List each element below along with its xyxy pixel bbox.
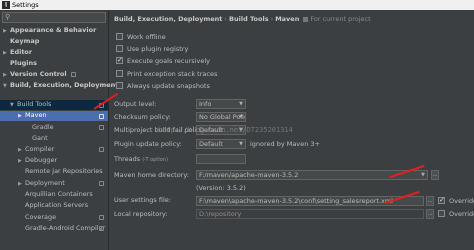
checkbox-box[interactable] <box>116 81 123 89</box>
checkbox-box[interactable] <box>438 209 445 217</box>
window-title: Settings <box>12 1 39 9</box>
user-settings-file-label: User settings file: <box>114 196 171 204</box>
maven-home-label: Maven home directory: <box>114 171 189 179</box>
title-bar: IJ Settings <box>0 0 474 10</box>
browse-user-settings-button[interactable]: ... <box>426 196 434 206</box>
work-offline-checkbox[interactable]: Work offline <box>116 32 166 42</box>
checkbox-box-checked[interactable] <box>438 195 445 205</box>
checkbox-box[interactable] <box>116 44 123 52</box>
breadcrumb: Build, Execution, Deployment › Build Tools… <box>114 15 371 23</box>
local-repository-label: Local repository: <box>114 210 168 218</box>
selected-row-highlight-maven <box>0 111 108 121</box>
project-scope-icon <box>99 147 104 152</box>
chevron-down-icon: ▼ <box>421 172 425 178</box>
project-icon <box>303 16 309 22</box>
sidebar-item-build-execution-deployment[interactable]: ▼ Build, Execution, Deployment <box>3 80 118 91</box>
execute-goals-recursively-checkbox[interactable]: Execute goals recursively <box>116 55 210 66</box>
chevron-down-icon: ▼ <box>239 101 243 107</box>
sidebar-item-remote-jar-repositories[interactable]: Remote Jar Repositories <box>25 166 103 177</box>
project-scope-icon <box>70 72 76 77</box>
sidebar-item-keymap[interactable]: Keymap <box>10 36 39 47</box>
sidebar-item-maven[interactable]: ▶ Maven <box>18 110 47 121</box>
override-user-settings-checkbox[interactable]: Override <box>438 195 474 206</box>
project-scope-icon <box>99 125 104 130</box>
chevron-down-icon: ▼ <box>239 114 243 120</box>
sidebar-item-plugins[interactable]: Plugins <box>10 58 37 69</box>
browse-local-repository-button[interactable]: ... <box>426 209 434 219</box>
expand-arrow-icon[interactable]: ▶ <box>18 179 25 190</box>
sidebar-item-debugger[interactable]: ▶ Debugger <box>18 155 57 166</box>
local-repository-input[interactable]: D:\repository <box>196 209 424 219</box>
threads-input[interactable] <box>196 154 246 164</box>
print-exception-checkbox[interactable]: Print exception stack traces <box>116 69 217 79</box>
project-scope-icon <box>99 181 104 186</box>
plugin-update-policy-label: Plugin update policy: <box>114 140 182 148</box>
settings-sidebar: ⚲ ▶ Appearance & Behavior Keymap ▶ Editor … <box>0 10 118 250</box>
plugin-update-hint: ignored by Maven 3+ <box>250 140 320 148</box>
settings-search-input[interactable]: ⚲ <box>2 12 106 23</box>
threads-label: Threads (-T option) <box>114 155 168 163</box>
always-update-snapshots-checkbox[interactable]: Always update snapshots <box>116 81 210 91</box>
sidebar-item-version-control[interactable]: ▶ Version Control <box>3 69 76 80</box>
sidebar-item-arquillian-containers[interactable]: Arquillian Containers <box>25 189 93 200</box>
use-plugin-registry-checkbox[interactable]: Use plugin registry <box>116 44 188 54</box>
project-scope-icon <box>99 215 104 220</box>
output-level-select[interactable]: Info ▼ <box>196 99 246 109</box>
override-local-repository-checkbox[interactable]: Override <box>438 209 474 219</box>
intellij-app-icon: IJ <box>2 1 10 9</box>
sidebar-item-gradle-android-compiler[interactable]: Gradle-Android Compiler <box>25 223 105 234</box>
sidebar-item-application-servers[interactable]: Application Servers <box>25 200 88 211</box>
sidebar-item-coverage[interactable]: Coverage <box>25 212 56 223</box>
browse-maven-home-button[interactable]: ... <box>431 170 439 180</box>
sidebar-item-appearance-behavior[interactable]: ▶ Appearance & Behavior <box>3 25 96 36</box>
checksum-policy-select[interactable]: No Global Policy▼ <box>196 112 246 122</box>
maven-version-text: (Version: 3.5.2) <box>196 184 246 192</box>
project-scope-icon <box>99 114 104 119</box>
expand-arrow-icon[interactable]: ▶ <box>3 48 10 59</box>
expand-arrow-icon[interactable]: ▶ <box>3 26 10 37</box>
collapse-arrow-icon[interactable]: ▼ <box>10 100 17 111</box>
sidebar-item-gradle[interactable]: Gradle <box>32 122 54 133</box>
sidebar-item-gant[interactable]: Gant <box>32 133 48 144</box>
collapse-arrow-icon[interactable]: ▼ <box>3 81 10 92</box>
expand-arrow-icon[interactable]: ▶ <box>18 156 25 167</box>
search-icon: ⚲ <box>5 13 11 21</box>
watermark-text: http://blog.csdn.net/DT235201314 <box>158 126 293 134</box>
output-level-label: Output level: <box>114 100 157 108</box>
chevron-down-icon: ▼ <box>239 141 243 147</box>
sidebar-item-build-tools[interactable]: ▼ Build Tools <box>10 99 51 110</box>
checkbox-box[interactable] <box>116 69 123 77</box>
checksum-policy-label: Checksum policy: <box>114 113 171 121</box>
sidebar-item-editor[interactable]: ▶ Editor <box>3 47 32 58</box>
checkbox-box[interactable] <box>116 32 123 40</box>
expand-arrow-icon[interactable]: ▶ <box>18 111 25 122</box>
plugin-update-policy-select[interactable]: Default ▼ <box>196 139 246 149</box>
sidebar-item-deployment[interactable]: ▶ Deployment <box>18 178 65 189</box>
project-scope-icon <box>99 226 104 231</box>
sidebar-item-compiler[interactable]: ▶ Compiler <box>18 144 54 155</box>
checkbox-box-checked[interactable] <box>116 55 123 65</box>
